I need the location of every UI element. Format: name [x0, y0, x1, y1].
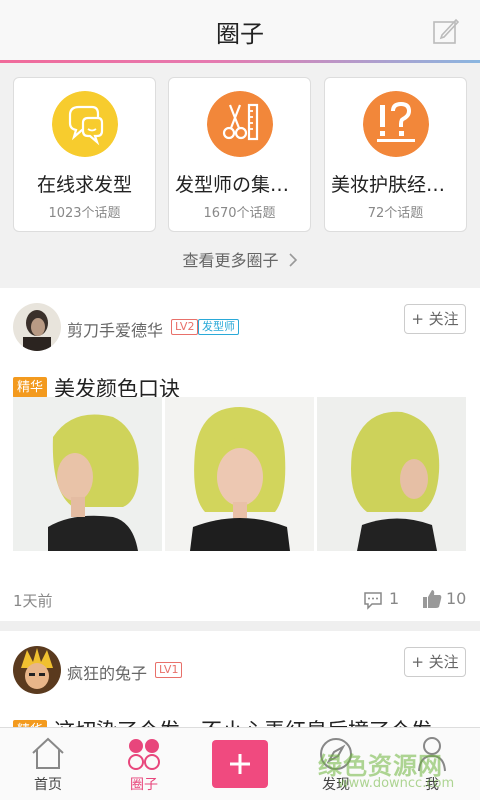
avatar-image: [13, 303, 61, 351]
follow-button[interactable]: + 关注: [404, 647, 466, 677]
scissors-ruler-icon: [207, 91, 273, 157]
post-card[interactable]: 剪刀手爱德华 LV2 发型师 + 关注 精华 美发颜色口诀 1天前 1 10: [0, 288, 480, 621]
circle-name: 美妆护肤经验…: [331, 174, 465, 196]
comment-icon[interactable]: [363, 590, 383, 610]
follow-button[interactable]: + 关注: [404, 304, 466, 334]
level-badge: LV2: [171, 319, 199, 335]
username[interactable]: 疯狂的兔子: [67, 660, 147, 684]
nav-item-post[interactable]: [192, 728, 288, 800]
nav-label: 首页: [34, 777, 62, 793]
circle-topic-count: 1023个话题: [48, 206, 121, 221]
role-badge: 发型师: [198, 319, 239, 335]
home-icon: [32, 737, 64, 769]
comment-count: 1: [389, 589, 400, 608]
level-badge: LV1: [155, 662, 183, 678]
post-time: 1天前: [13, 592, 53, 610]
plus-icon: [230, 754, 250, 774]
featured-tag: 精华: [13, 377, 48, 398]
like-icon[interactable]: [422, 589, 442, 609]
circle-card-stylists[interactable]: 发型师の集结地 1670个话题: [168, 77, 311, 232]
nav-item-circles[interactable]: 圈子: [96, 728, 192, 800]
create-post-button[interactable]: [212, 740, 268, 788]
featured-tag: 精华: [13, 720, 48, 727]
post-title[interactable]: 这切染了个发，不小心弄红皇后撞了个发: [54, 715, 432, 727]
avatar[interactable]: [13, 303, 61, 351]
chevron-right-icon: [288, 253, 297, 267]
top-bar: 圈子: [0, 0, 480, 60]
like-count: 10: [446, 589, 467, 608]
avatar[interactable]: [13, 646, 61, 694]
exclamation-question-icon: [363, 91, 429, 157]
chat-bubbles-icon: [52, 91, 118, 157]
page-title: 圈子: [216, 20, 264, 48]
post-photo[interactable]: [13, 397, 162, 551]
circles-icon: [128, 739, 160, 770]
username[interactable]: 剪刀手爱德华: [67, 317, 163, 341]
circle-card-makeup[interactable]: 美妆护肤经验… 72个话题: [324, 77, 467, 232]
post-card[interactable]: 疯狂的兔子 LV1 + 关注 精华 这切染了个发，不小心弄红皇后撞了个发: [0, 631, 480, 727]
nav-item-home[interactable]: 首页: [0, 728, 96, 800]
hair-photo-side: [13, 397, 162, 551]
see-more-circles-link[interactable]: 查看更多圈子: [0, 247, 480, 271]
post-photo[interactable]: [317, 397, 466, 551]
avatar-image: [13, 646, 61, 694]
edit-icon[interactable]: [432, 17, 460, 45]
watermark-url: www.downcc.com: [338, 776, 455, 791]
circles-section: 在线求发型 1023个话题 发型师の集结地 1670个话题 美妆护肤经验… 72…: [0, 63, 480, 288]
circle-topic-count: 1670个话题: [203, 206, 276, 221]
circle-card-hair-request[interactable]: 在线求发型 1023个话题: [13, 77, 156, 232]
post-photo[interactable]: [165, 397, 314, 551]
nav-label: 圈子: [130, 777, 158, 793]
circle-name: 发型师の集结地: [175, 174, 309, 196]
circle-name: 在线求发型: [36, 174, 132, 196]
hair-photo-back: [317, 397, 466, 551]
hair-photo-front: [165, 397, 314, 551]
circle-topic-count: 72个话题: [367, 206, 424, 221]
see-more-label: 查看更多圈子: [182, 251, 279, 270]
